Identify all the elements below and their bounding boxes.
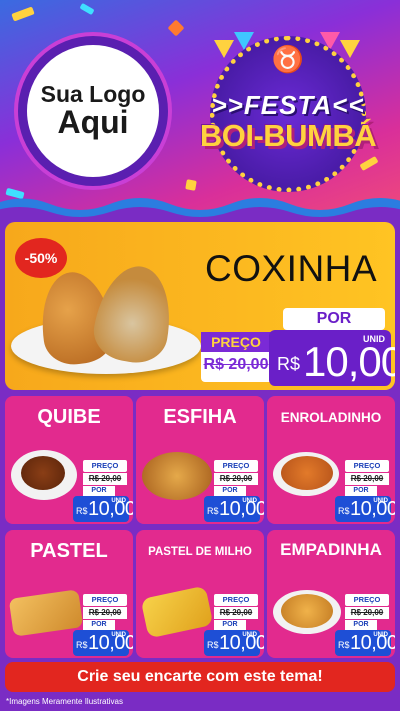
currency-symbol: R$	[76, 640, 88, 650]
preco-label: PREÇO	[201, 332, 271, 352]
pastel-image	[8, 589, 84, 637]
product-name: ENROLADINHO	[280, 410, 382, 425]
product-name: QUIBE	[37, 406, 101, 428]
por-label: POR	[214, 620, 246, 630]
por-label: POR	[345, 620, 377, 630]
unit-label: UNID	[111, 632, 126, 638]
confetti	[11, 6, 35, 22]
esfiha-image	[142, 452, 212, 500]
product-card-quibe[interactable]: QUIBE PREÇO R$ 20,00 POR R$ 10,00 UNID	[5, 396, 133, 524]
old-price: R$ 20,00	[214, 473, 258, 485]
preco-label: PREÇO	[83, 460, 127, 472]
old-price: R$ 20,00	[83, 473, 127, 485]
old-price: R$ 20,00	[345, 607, 389, 619]
por-label: POR	[83, 486, 115, 496]
preco-label: PREÇO	[345, 594, 389, 606]
product-name: PASTEL	[30, 540, 108, 562]
product-name: EMPADINHA	[280, 540, 382, 559]
festa-boi-bumba-emblem: ♉ >>FESTA<< BOI-BUMBÁ	[188, 30, 388, 198]
preco-label: PREÇO	[83, 594, 127, 606]
confetti	[167, 19, 185, 37]
logo-text-line2: Aqui	[57, 104, 129, 141]
por-label: POR	[283, 308, 385, 330]
product-card-enroladinho[interactable]: ENROLADINHO PREÇO R$ 20,00 POR R$ 10,00 …	[267, 396, 395, 524]
price-tag: R$ 10,00 UNID	[204, 496, 264, 522]
currency-symbol: R$	[338, 640, 350, 650]
quibe-image	[21, 456, 65, 490]
currency-symbol: R$	[76, 506, 88, 516]
currency-symbol: R$	[277, 354, 301, 374]
bunting-flag-icon	[214, 40, 234, 58]
unit-label: UNID	[373, 498, 388, 504]
product-card-pastel-de-milho[interactable]: PASTEL DE MILHO PREÇO R$ 20,00 POR R$ 10…	[136, 530, 264, 658]
preco-label: PREÇO	[345, 460, 389, 472]
currency-symbol: R$	[207, 506, 219, 516]
featured-product-name: COXINHA	[205, 248, 378, 289]
por-label: POR	[214, 486, 246, 496]
header-banner: Sua Logo Aqui ♉ >>FESTA<< BOI-BUMBÁ	[0, 0, 400, 218]
pastel-de-milho-image	[140, 585, 214, 639]
price-tag: R$ 10,00 UNID	[73, 630, 133, 656]
old-price: R$ 20,00	[83, 607, 127, 619]
price-tag: R$ 10,00 UNID	[204, 630, 264, 656]
boi-bumba-title: BOI-BUMBÁ	[199, 118, 377, 153]
header-wave	[0, 198, 400, 218]
bull-icon: ♉	[271, 44, 305, 74]
confetti	[79, 2, 95, 16]
product-name: PASTEL DE MILHO	[148, 546, 252, 558]
unit-label: UNID	[363, 334, 385, 344]
preco-label: PREÇO	[214, 594, 258, 606]
create-flyer-button[interactable]: Crie seu encarte com este tema!	[5, 662, 395, 692]
currency-symbol: R$	[207, 640, 219, 650]
product-card-pastel[interactable]: PASTEL PREÇO R$ 20,00 POR R$ 10,00 UNID	[5, 530, 133, 658]
product-card-esfiha[interactable]: ESFIHA PREÇO R$ 20,00 POR R$ 10,00 UNID	[136, 396, 264, 524]
currency-symbol: R$	[338, 506, 350, 516]
unit-label: UNID	[111, 498, 126, 504]
unit-label: UNID	[373, 632, 388, 638]
price-tag: R$ 10,00 UNID	[335, 496, 395, 522]
featured-product-coxinha[interactable]: -50% COXINHA POR PREÇO R$ 20,00 R$ 10,00…	[5, 222, 395, 390]
product-card-empadinha[interactable]: EMPADINHA PREÇO R$ 20,00 POR R$ 10,00 UN…	[267, 530, 395, 658]
bunting-flag-icon	[340, 40, 360, 58]
enroladinho-image	[281, 456, 333, 490]
logo-placeholder[interactable]: Sua Logo Aqui	[18, 36, 168, 186]
product-name: ESFIHA	[163, 406, 237, 428]
price-tag: R$ 10,00 UNID	[335, 630, 395, 656]
old-price: R$ 20,00	[345, 473, 389, 485]
price-value: 10,00	[303, 338, 395, 385]
logo-text-line1: Sua Logo	[40, 81, 146, 108]
featured-price-tag: R$ 10,00 UNID	[269, 330, 395, 386]
empadinha-image	[281, 594, 333, 628]
por-label: POR	[345, 486, 377, 496]
unit-label: UNID	[242, 498, 257, 504]
preco-label: PREÇO	[214, 460, 258, 472]
por-label: POR	[83, 620, 115, 630]
disclaimer-text: *Imagens Meramente Ilustrativas	[6, 697, 123, 706]
old-price: R$ 20,00	[214, 607, 258, 619]
price-tag: R$ 10,00 UNID	[73, 496, 133, 522]
old-price: R$ 20,00	[203, 356, 269, 373]
unit-label: UNID	[242, 632, 257, 638]
festa-title: >>FESTA<<	[211, 90, 365, 120]
discount-badge: -50%	[15, 238, 67, 278]
